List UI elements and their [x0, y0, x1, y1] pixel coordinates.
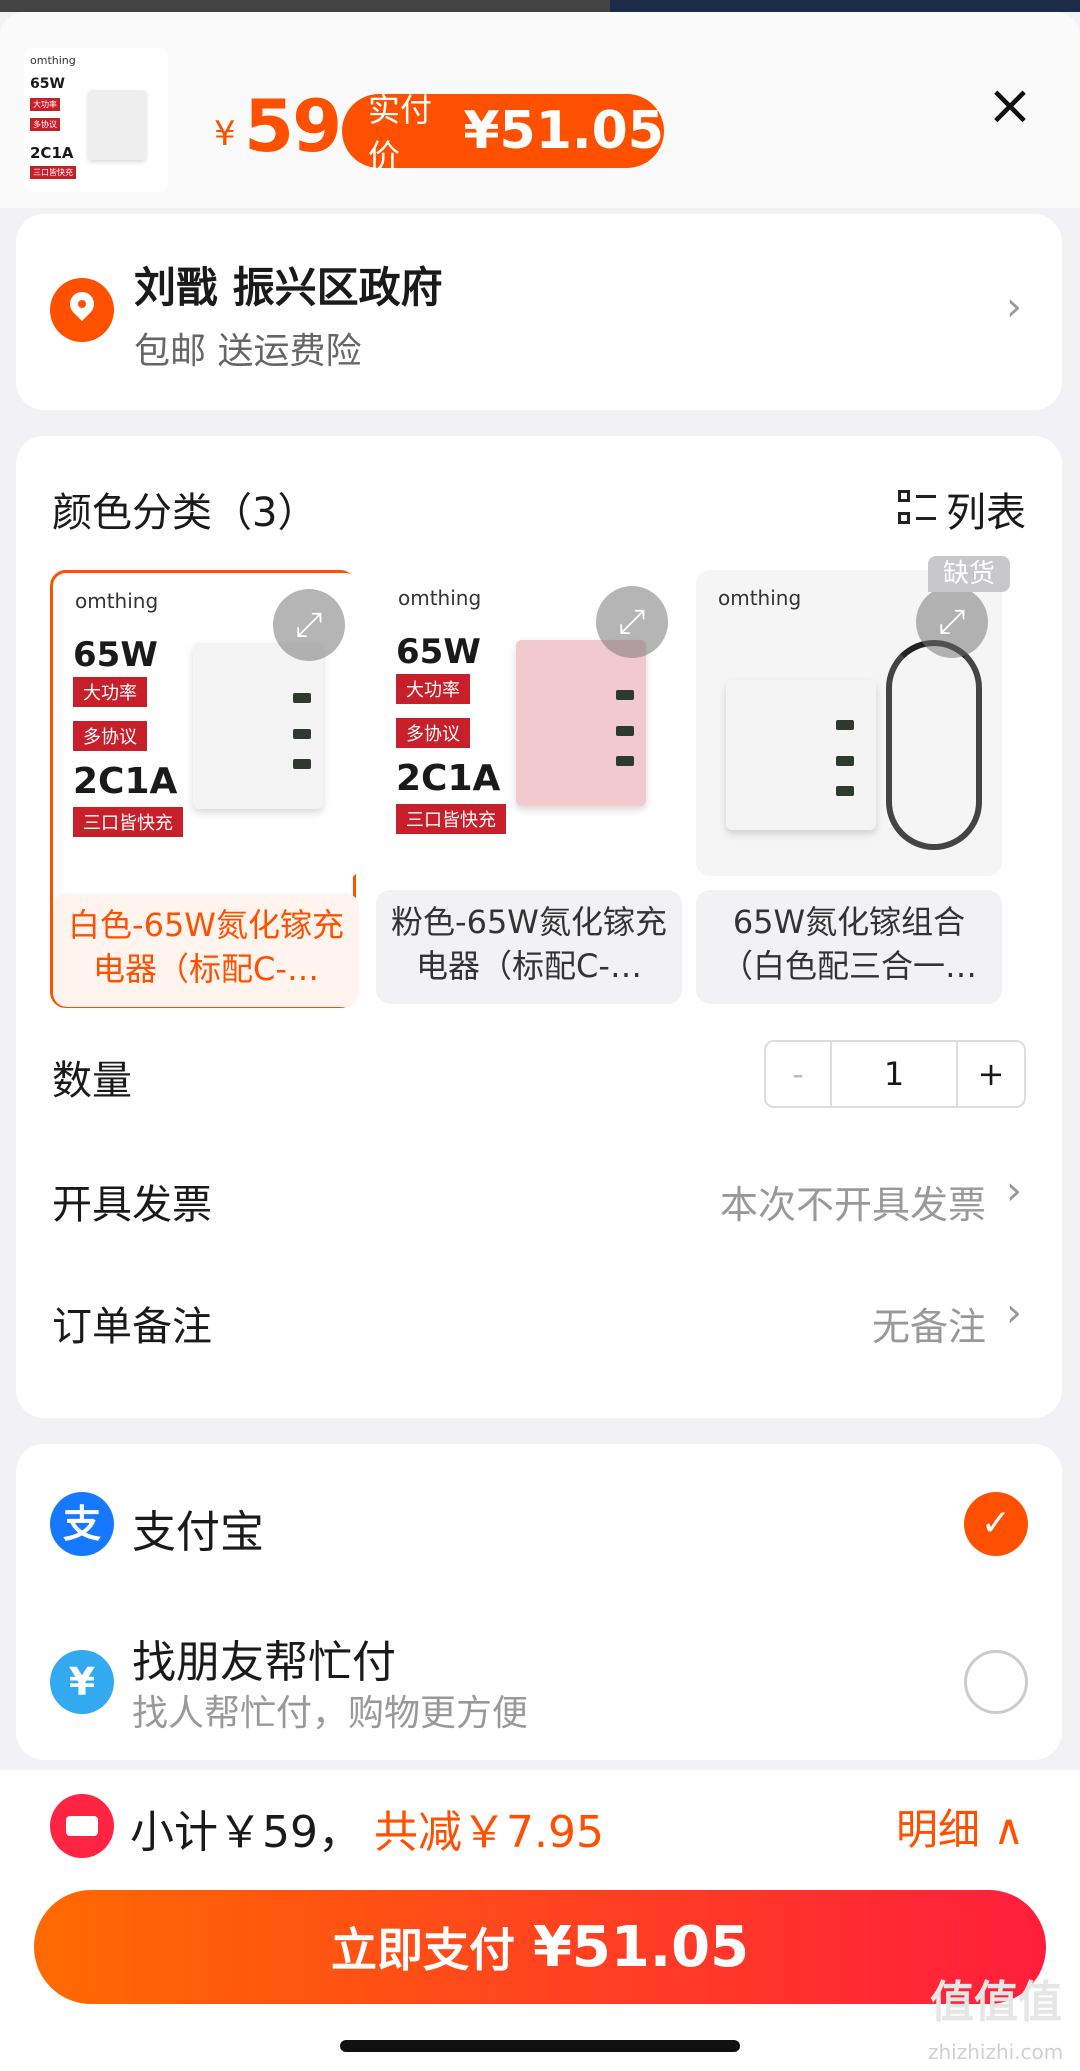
- brand-text: omthing: [75, 589, 159, 613]
- section-title: 颜色分类（3）: [52, 490, 318, 536]
- tag: 三口皆快充: [73, 807, 183, 837]
- chevron-right-icon: ›: [1006, 1168, 1022, 1214]
- address-name: 刘戬 振兴区政府: [134, 263, 443, 312]
- paid-price-value: ¥51.05: [463, 101, 664, 161]
- ports-text: 2C1A: [396, 758, 501, 799]
- home-indicator: [340, 2040, 740, 2052]
- sku-option-white[interactable]: omthing 65W 大功率 多协议 2C1A 三口皆快充 ⤢ 白色-65W氮…: [50, 570, 359, 1008]
- charger-image: [516, 640, 646, 806]
- subtotal-text: 小计￥59，: [130, 1807, 362, 1858]
- tag: 三口皆快充: [30, 166, 76, 179]
- sku-label: 65W氮化镓组合（白色配三合一…: [696, 890, 1002, 1004]
- out-of-stock-badge: 缺货: [928, 556, 1010, 592]
- list-label: 列表: [946, 490, 1026, 536]
- note-value[interactable]: 无备注: [872, 1296, 986, 1351]
- location-icon: [50, 278, 114, 342]
- charger-image: [193, 643, 323, 809]
- status-strip: [0, 0, 1080, 12]
- sku-image: omthing 65W 大功率 多协议 2C1A 三口皆快充 ⤢: [53, 573, 359, 879]
- sku-label: 白色-65W氮化镓充电器（标配C-…: [53, 893, 359, 1007]
- quantity-label: 数量: [52, 1058, 132, 1104]
- pay-label: 立即支付: [330, 1923, 515, 1977]
- quantity-input[interactable]: 1: [832, 1042, 958, 1106]
- charger-image: [88, 90, 146, 160]
- brand-text: omthing: [398, 586, 482, 610]
- ports-text: 2C1A: [30, 144, 74, 162]
- payment-card: 支 支付宝 ✓ ¥ 找朋友帮忙付 找人帮忙付，购物更方便: [16, 1444, 1062, 1760]
- pay-now-button[interactable]: 立即支付 ¥51.05: [34, 1890, 1046, 2004]
- paid-price-badge: 实付价 ¥51.05: [342, 91, 664, 175]
- expand-icon[interactable]: ⤢: [596, 586, 668, 658]
- quantity-stepper: - 1 +: [764, 1040, 1026, 1108]
- sku-image: omthing 65W 大功率 多协议 2C1A 三口皆快充 ⤢: [376, 570, 682, 876]
- tag: 多协议: [73, 721, 147, 751]
- decrement-button[interactable]: -: [766, 1042, 832, 1106]
- chevron-right-icon: ›: [1006, 284, 1022, 330]
- ports-text: 2C1A: [73, 761, 178, 802]
- brand-text: omthing: [718, 586, 802, 610]
- sku-image: omthing ⤢: [696, 570, 1002, 876]
- tag: 多协议: [396, 718, 470, 748]
- check-icon[interactable]: ✓: [964, 1492, 1028, 1556]
- address-card[interactable]: 刘戬 振兴区政府 包邮 送运费险 ›: [16, 214, 1062, 410]
- invoice-label: 开具发票: [52, 1182, 212, 1228]
- charger-image: [726, 680, 876, 830]
- power-text: 65W: [30, 76, 65, 92]
- tag: 三口皆快充: [396, 804, 506, 834]
- alipay-icon: 支: [50, 1492, 114, 1556]
- power-text: 65W: [73, 635, 158, 675]
- coupon-icon: [50, 1794, 114, 1858]
- checkout-bar: 小计￥59， 共减￥7.95 明细 ∧ 立即支付 ¥51.05 值值值 zhiz…: [0, 1770, 1080, 2071]
- tag: 大功率: [396, 674, 470, 704]
- product-thumbnail[interactable]: omthing 65W 大功率 多协议 2C1A 三口皆快充: [24, 48, 168, 192]
- currency-symbol: ¥: [214, 114, 236, 154]
- discount-text: 共减￥7.95: [374, 1807, 604, 1858]
- expand-icon[interactable]: ⤢: [916, 586, 988, 658]
- list-icon: [898, 490, 936, 528]
- close-icon[interactable]: ×: [982, 78, 1038, 134]
- price-header: omthing 65W 大功率 多协议 2C1A 三口皆快充 ¥ 59 实付价 …: [0, 12, 1080, 208]
- sku-label: 粉色-65W氮化镓充电器（标配C-…: [376, 890, 682, 1004]
- chevron-right-icon: ›: [1006, 1290, 1022, 1336]
- watermark-url: zhizhizhi.com: [928, 2040, 1064, 2064]
- note-label: 订单备注: [52, 1304, 212, 1350]
- tag: 大功率: [73, 677, 147, 707]
- paid-price-label: 实付价: [368, 91, 433, 175]
- tag: 大功率: [30, 98, 60, 111]
- pay-amount: ¥51.05: [532, 1914, 750, 1980]
- shipping-info: 包邮 送运费险: [134, 331, 362, 372]
- sku-option-combo[interactable]: omthing ⤢ 65W氮化镓组合（白色配三合一…: [696, 570, 1002, 1008]
- power-text: 65W: [396, 632, 481, 672]
- invoice-value[interactable]: 本次不开具发票: [720, 1174, 986, 1229]
- detail-toggle[interactable]: 明细 ∧: [896, 1796, 1024, 1857]
- radio-button[interactable]: [964, 1650, 1028, 1714]
- increment-button[interactable]: +: [958, 1042, 1024, 1106]
- friend-pay-subtitle: 找人帮忙付，购物更方便: [132, 1693, 529, 1734]
- expand-icon[interactable]: ⤢: [273, 589, 345, 661]
- friend-pay-icon: ¥: [50, 1650, 114, 1714]
- cable-image: [886, 640, 982, 850]
- brand-text: omthing: [30, 54, 76, 67]
- friend-pay-option[interactable]: 找朋友帮忙付: [132, 1626, 396, 1690]
- alipay-option[interactable]: 支付宝: [132, 1496, 264, 1560]
- price: 59: [244, 84, 342, 168]
- tag: 多协议: [30, 118, 60, 131]
- sku-option-pink[interactable]: omthing 65W 大功率 多协议 2C1A 三口皆快充 ⤢ 粉色-65W氮…: [376, 570, 682, 1008]
- watermark: 值值值: [930, 1977, 1062, 2028]
- list-view-button[interactable]: 列表: [898, 480, 1026, 538]
- options-card: 颜色分类（3） 列表 omthing 65W 大功率 多协议 2C1A 三口皆快…: [16, 436, 1062, 1418]
